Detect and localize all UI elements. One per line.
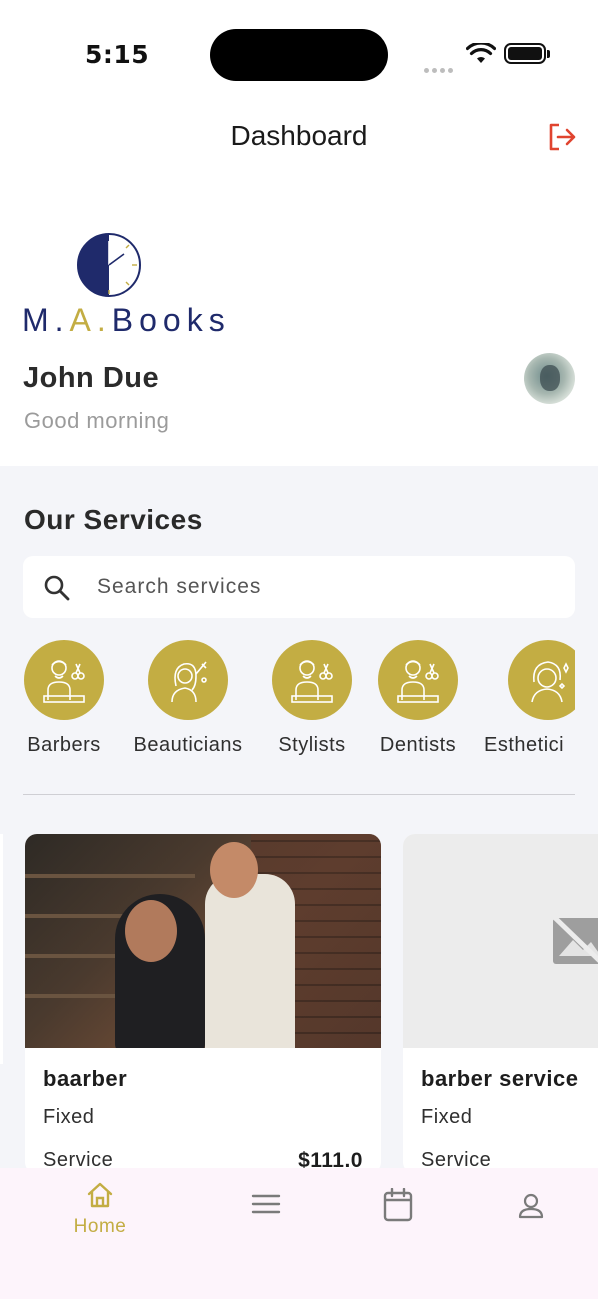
service-card-title: barber service	[421, 1066, 579, 1091]
logout-icon[interactable]	[546, 121, 578, 153]
service-card-type: Fixed	[421, 1106, 473, 1128]
app-header: Dashboard	[0, 100, 598, 180]
nav-calendar[interactable]	[338, 1188, 458, 1222]
status-bar: 5:15	[0, 0, 598, 100]
service-card-title: baarber	[43, 1066, 128, 1091]
esthetician-icon	[508, 640, 575, 720]
greeting-text: Good morning	[24, 408, 170, 433]
divider	[23, 794, 575, 795]
barber-icon	[24, 640, 104, 720]
category-dentists[interactable]: Dentists	[374, 640, 462, 757]
menu-icon	[251, 1194, 281, 1214]
avatar[interactable]	[524, 353, 575, 404]
wifi-icon	[466, 43, 496, 63]
search-icon	[44, 575, 70, 601]
dynamic-island	[210, 29, 388, 81]
category-beauticians[interactable]: Beauticians	[126, 640, 250, 757]
category-label: Beauticians	[133, 734, 243, 756]
beautician-icon	[148, 640, 228, 720]
page-title: Dashboard	[230, 120, 368, 151]
search-bar[interactable]	[23, 556, 575, 618]
previous-card-edge	[0, 834, 3, 1064]
bottom-navigation: Home	[0, 1168, 598, 1299]
status-time: 5:15	[85, 40, 150, 69]
nav-profile[interactable]	[471, 1192, 591, 1220]
services-title: Our Services	[24, 504, 203, 535]
category-label: Stylists	[278, 734, 346, 756]
profile-icon	[518, 1193, 544, 1219]
category-label: Esthetici	[484, 734, 565, 756]
clock-logo-icon	[77, 233, 141, 297]
service-card-type: Fixed	[43, 1106, 95, 1128]
category-estheticians[interactable]: Esthetici	[484, 640, 575, 757]
user-name: John Due	[23, 362, 160, 394]
nav-home-label: Home	[73, 1216, 127, 1237]
category-list: Barbers Beauticians Stylists Dentists Es…	[0, 640, 575, 770]
nav-menu[interactable]	[206, 1192, 326, 1216]
cellular-signal-icon	[424, 60, 456, 78]
category-label: Dentists	[379, 734, 457, 756]
stylist-icon	[272, 640, 352, 720]
home-icon	[87, 1182, 113, 1208]
search-input[interactable]	[97, 556, 557, 618]
service-card-image	[403, 834, 598, 1048]
dentist-icon	[378, 640, 458, 720]
calendar-icon	[383, 1188, 413, 1222]
service-card[interactable]: baarber Fixed Service $111.0	[25, 834, 381, 1174]
service-card-image	[25, 834, 381, 1048]
category-stylists[interactable]: Stylists	[270, 640, 354, 757]
service-card[interactable]: barber service Fixed Service	[403, 834, 598, 1174]
battery-icon	[504, 43, 550, 64]
broken-image-icon	[549, 912, 598, 964]
category-barbers[interactable]: Barbers	[23, 640, 105, 757]
nav-home[interactable]: Home	[40, 1180, 160, 1238]
brand-logo-text: M.A.Books	[22, 302, 231, 338]
category-label: Barbers	[27, 734, 101, 756]
